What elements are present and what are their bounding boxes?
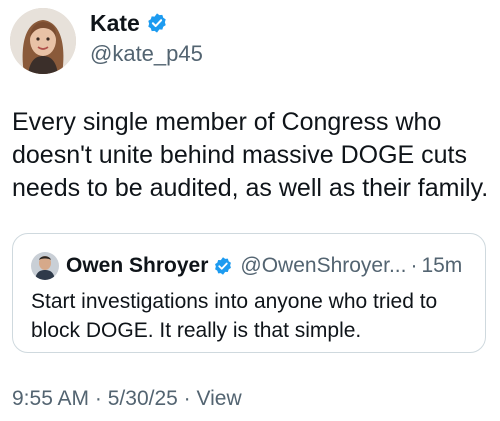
quoted-author-name: Owen Shroyer — [66, 254, 209, 277]
author-avatar[interactable] — [10, 8, 76, 74]
verified-badge-icon — [148, 13, 166, 33]
author-name-row: Kate — [90, 9, 168, 37]
tweet-date[interactable]: 5/30/25 — [108, 387, 178, 410]
meta-separator: · — [183, 387, 191, 410]
avatar-image — [10, 8, 76, 74]
tweet-card: Kate @kate_p45 Every single member of Co… — [0, 0, 500, 421]
tweet-time[interactable]: 9:55 AM — [12, 387, 89, 410]
tweet-meta: 9:55 AM · 5/30/25 · View — [12, 387, 242, 411]
quoted-author-handle: @OwenShroyer... — [240, 254, 407, 277]
quoted-time: 15m — [421, 254, 463, 277]
quoted-author-avatar — [31, 252, 59, 280]
quoted-avatar-image — [31, 252, 59, 280]
meta-separator: · — [94, 387, 102, 410]
tweet-text: Every single member of Congress who does… — [12, 108, 489, 202]
quoted-verified-badge-icon — [215, 257, 232, 275]
quoted-separator: · — [410, 254, 418, 277]
quoted-tweet[interactable]: Owen Shroyer @OwenShroyer... · 15m Start… — [12, 233, 486, 353]
author-handle[interactable]: @kate_p45 — [90, 40, 203, 68]
author-name[interactable]: Kate — [90, 9, 140, 37]
quoted-tweet-text: Start investigations into anyone who tri… — [31, 290, 438, 342]
quoted-tweet-header: Owen Shroyer @OwenShroyer... · 15m — [31, 252, 462, 280]
view-count-link[interactable]: View — [197, 387, 242, 410]
